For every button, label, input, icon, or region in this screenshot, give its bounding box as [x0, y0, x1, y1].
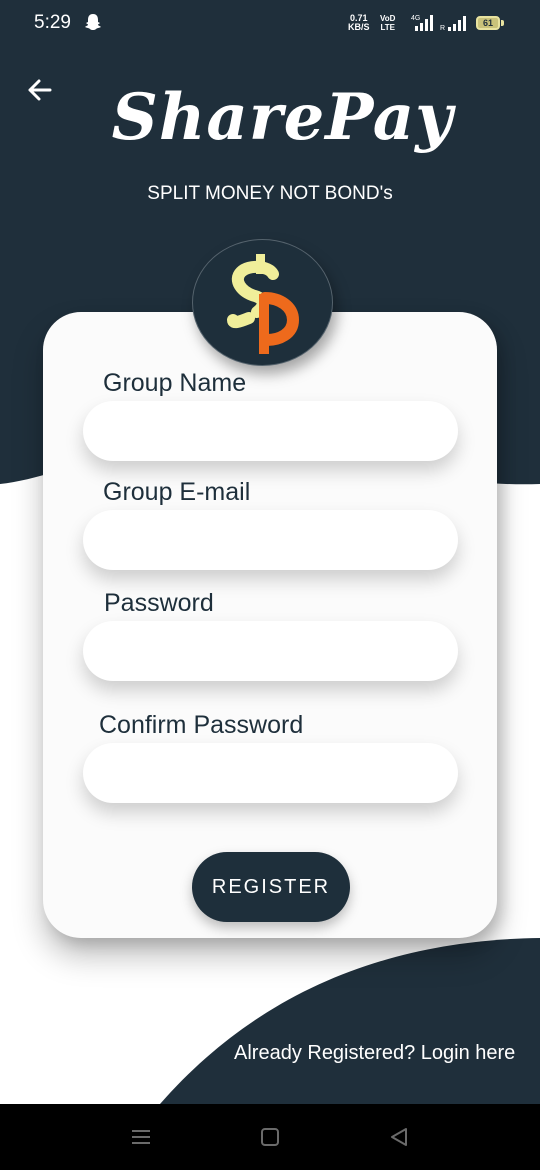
signal-icon-roaming: R — [440, 16, 466, 32]
volte-bottom: LTE — [380, 23, 395, 32]
app-logo — [192, 239, 333, 366]
group-name-input[interactable] — [83, 401, 458, 461]
back-triangle-icon[interactable] — [384, 1122, 414, 1152]
password-label: Password — [104, 589, 214, 617]
volte-indicator: VoD LTE — [380, 14, 395, 32]
net-speed-unit: KB/S — [348, 22, 370, 32]
register-button[interactable]: REGISTER — [192, 852, 350, 922]
confirm-password-label: Confirm Password — [99, 711, 304, 739]
menu-icon[interactable] — [126, 1122, 156, 1152]
app-title: SharePay — [111, 80, 454, 155]
dollar-icon — [227, 254, 300, 354]
confirm-password-input[interactable] — [83, 743, 458, 803]
battery-tip — [501, 20, 504, 26]
ghost-icon — [85, 14, 101, 30]
battery-level: 61 — [482, 18, 493, 28]
app-tagline: SPLIT MONEY NOT BOND's — [147, 183, 393, 204]
password-input[interactable] — [83, 621, 458, 681]
signal-icon: 4G — [411, 15, 433, 31]
status-bar: 5:29 0.71 KB/S VoD LTE 4G R 61 — [0, 0, 540, 48]
group-email-input[interactable] — [83, 510, 458, 570]
group-email-label: Group E-mail — [103, 478, 251, 506]
group-name-label: Group Name — [103, 369, 247, 397]
home-icon[interactable] — [255, 1122, 285, 1152]
svg-text:R: R — [440, 25, 445, 32]
system-nav-bar — [0, 1104, 540, 1170]
svg-text:4G: 4G — [411, 15, 420, 22]
volte-top: VoD — [380, 14, 396, 23]
net-speed: 0.71 KB/S — [348, 14, 370, 32]
login-link[interactable]: Already Registered? Login here — [234, 1042, 515, 1065]
status-time: 5:29 — [34, 12, 71, 33]
